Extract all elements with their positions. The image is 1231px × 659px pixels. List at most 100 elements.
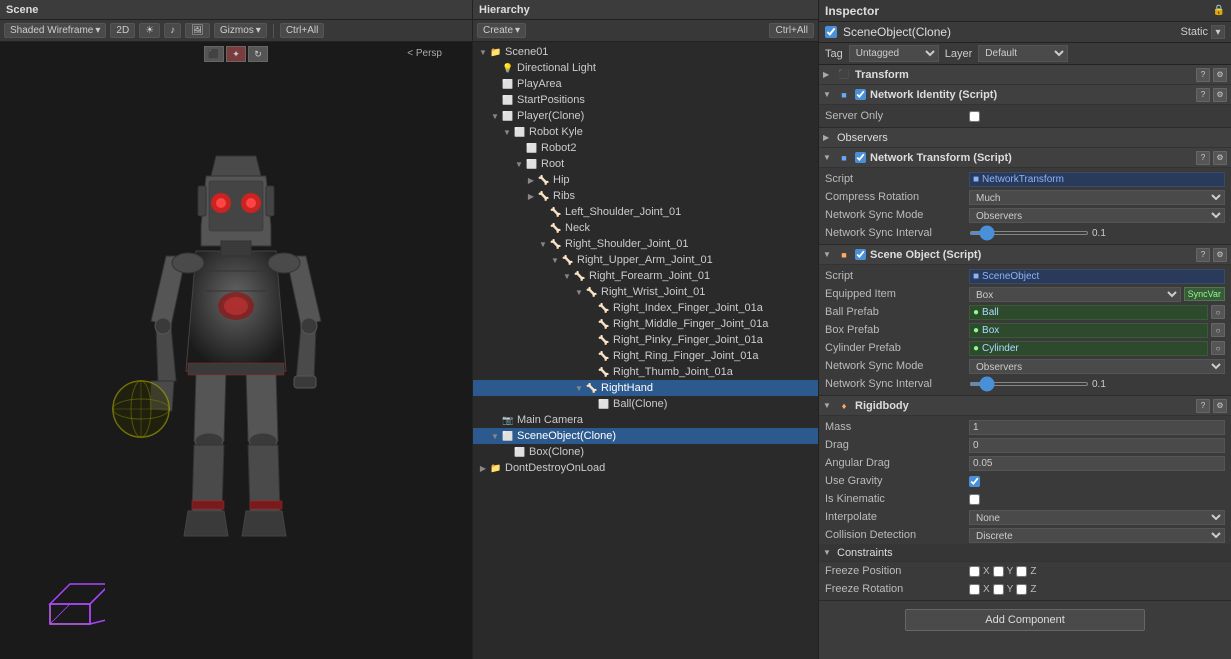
- fr-z-checkbox[interactable]: [1016, 584, 1027, 595]
- tree-item-ring[interactable]: 🦴Right_Ring_Finger_Joint_01a: [473, 348, 818, 364]
- scene-object-header[interactable]: ▼ ■ Scene Object (Script) ? ⚙: [819, 245, 1231, 265]
- ni-server-only-checkbox[interactable]: [969, 111, 980, 122]
- tree-arrow-root[interactable]: ▼: [513, 158, 525, 170]
- so-box-obj[interactable]: ● Box: [969, 323, 1208, 338]
- fr-x-checkbox[interactable]: [969, 584, 980, 595]
- tree-item-mid_finger[interactable]: 🦴Right_Middle_Finger_Joint_01a: [473, 316, 818, 332]
- so-cylinder-picker[interactable]: ○: [1211, 341, 1225, 355]
- so-box-picker[interactable]: ○: [1211, 323, 1225, 337]
- scene-search-input[interactable]: Ctrl+All: [280, 23, 325, 38]
- so-enabled-checkbox[interactable]: [855, 249, 866, 260]
- create-button[interactable]: Create ▾: [477, 23, 526, 38]
- so-settings-btn[interactable]: ⚙: [1213, 248, 1227, 262]
- network-transform-header[interactable]: ▼ ■ Network Transform (Script) ? ⚙: [819, 148, 1231, 168]
- tree-item-scene01[interactable]: ▼📁Scene01: [473, 44, 818, 60]
- tree-item-pinky[interactable]: 🦴Right_Pinky_Finger_Joint_01a: [473, 332, 818, 348]
- rb-collision-select[interactable]: Discrete: [969, 528, 1225, 543]
- syncvar-button[interactable]: SyncVar: [1184, 287, 1225, 301]
- so-ball-picker[interactable]: ○: [1211, 305, 1225, 319]
- tree-item-idx_finger[interactable]: 🦴Right_Index_Finger_Joint_01a: [473, 300, 818, 316]
- tree-arrow-ribs[interactable]: ▶: [525, 190, 537, 202]
- static-dropdown[interactable]: ▾: [1211, 25, 1225, 39]
- rb-kinematic-checkbox[interactable]: [969, 494, 980, 505]
- tree-arrow-robotkyle[interactable]: ▼: [501, 126, 513, 138]
- tree-arrow-hip[interactable]: ▶: [525, 174, 537, 186]
- rb-drag-input[interactable]: [969, 438, 1225, 453]
- so-equipped-select[interactable]: Box: [969, 287, 1181, 302]
- nt-interval-slider[interactable]: [969, 231, 1089, 235]
- tree-arrow-player[interactable]: ▼: [489, 110, 501, 122]
- audio-button[interactable]: ♪: [164, 23, 181, 38]
- transform-header[interactable]: ▶ ⬛ Transform ? ⚙: [819, 65, 1231, 85]
- tree-arrow-right_forearm[interactable]: ▼: [561, 270, 573, 282]
- ni-info-btn[interactable]: ?: [1196, 88, 1210, 102]
- tree-item-ballclone[interactable]: ⬜Ball(Clone): [473, 396, 818, 412]
- tree-arrow-scene01[interactable]: ▼: [477, 46, 489, 58]
- tree-item-player[interactable]: ▼⬜Player(Clone): [473, 108, 818, 124]
- nt-syncmode-select[interactable]: Observers: [969, 208, 1225, 223]
- rb-mass-input[interactable]: [969, 420, 1225, 435]
- shading-dropdown[interactable]: Shaded Wireframe ▾: [4, 23, 106, 38]
- tree-item-dontdestroy[interactable]: ▶📁DontDestroyOnLoad: [473, 460, 818, 476]
- fp-z-checkbox[interactable]: [1016, 566, 1027, 577]
- scene-viewport[interactable]: ⬛ ✦ ↻ < Persp: [0, 42, 472, 659]
- tree-arrow-righthand[interactable]: ▼: [573, 382, 585, 394]
- tree-item-right_wrist[interactable]: ▼🦴Right_Wrist_Joint_01: [473, 284, 818, 300]
- tree-item-robot2[interactable]: ⬜Robot2: [473, 140, 818, 156]
- tree-item-righthand[interactable]: ▼🦴RightHand: [473, 380, 818, 396]
- nt-settings-btn[interactable]: ⚙: [1213, 151, 1227, 165]
- tree-item-root[interactable]: ▼⬜Root: [473, 156, 818, 172]
- so-cylinder-obj[interactable]: ● Cylinder: [969, 341, 1208, 356]
- 2d-button[interactable]: 2D: [110, 23, 135, 38]
- so-interval-slider[interactable]: [969, 382, 1089, 386]
- hierarchy-search-input[interactable]: Ctrl+All: [769, 23, 814, 38]
- rb-angdrag-input[interactable]: [969, 456, 1225, 471]
- tag-select[interactable]: Untagged: [849, 45, 939, 62]
- so-syncmode-select[interactable]: Observers: [969, 359, 1225, 374]
- object-enabled-checkbox[interactable]: [825, 26, 837, 38]
- tree-arrow-dontdestroy[interactable]: ▶: [477, 462, 489, 474]
- hierarchy-tree[interactable]: ▼📁Scene01 💡Directional Light ⬜PlayArea ⬜…: [473, 42, 818, 659]
- tree-item-dirlight[interactable]: 💡Directional Light: [473, 60, 818, 76]
- fp-y-checkbox[interactable]: [993, 566, 1004, 577]
- transform-info-btn[interactable]: ?: [1196, 68, 1210, 82]
- tree-item-thumb[interactable]: 🦴Right_Thumb_Joint_01a: [473, 364, 818, 380]
- tree-arrow-right_upper[interactable]: ▼: [549, 254, 561, 266]
- tree-item-right_upper[interactable]: ▼🦴Right_Upper_Arm_Joint_01: [473, 252, 818, 268]
- hierarchy-tab[interactable]: Hierarchy: [473, 0, 818, 20]
- rigidbody-header[interactable]: ▼ ♦ Rigidbody ? ⚙: [819, 396, 1231, 416]
- tree-item-playarea[interactable]: ⬜PlayArea: [473, 76, 818, 92]
- rb-info-btn[interactable]: ?: [1196, 399, 1210, 413]
- network-identity-header[interactable]: ▼ ■ Network Identity (Script) ? ⚙: [819, 85, 1231, 105]
- rb-gravity-checkbox[interactable]: [969, 476, 980, 487]
- light-button[interactable]: ☀: [139, 23, 160, 38]
- tree-item-boxclone[interactable]: ⬜Box(Clone): [473, 444, 818, 460]
- so-script-obj[interactable]: ■ SceneObject: [969, 269, 1225, 284]
- nt-script-obj[interactable]: ■ NetworkTransform: [969, 172, 1225, 187]
- tree-item-maincam[interactable]: 📷Main Camera: [473, 412, 818, 428]
- tree-item-right_shoulder[interactable]: ▼🦴Right_Shoulder_Joint_01: [473, 236, 818, 252]
- tree-item-sceneobj[interactable]: ▼⬜SceneObject(Clone): [473, 428, 818, 444]
- tree-item-hip[interactable]: ▶🦴Hip: [473, 172, 818, 188]
- add-component-button[interactable]: Add Component: [905, 609, 1145, 631]
- so-info-btn[interactable]: ?: [1196, 248, 1210, 262]
- tree-item-startpos[interactable]: ⬜StartPositions: [473, 92, 818, 108]
- lock-icon[interactable]: 🔒: [1213, 5, 1225, 16]
- tree-arrow-right_shoulder[interactable]: ▼: [537, 238, 549, 250]
- tree-item-robotkyle[interactable]: ▼⬜Robot Kyle: [473, 124, 818, 140]
- tree-arrow-right_wrist[interactable]: ▼: [573, 286, 585, 298]
- transform-settings-btn[interactable]: ⚙: [1213, 68, 1227, 82]
- tree-item-left_shoulder[interactable]: 🦴Left_Shoulder_Joint_01: [473, 204, 818, 220]
- ni-settings-btn[interactable]: ⚙: [1213, 88, 1227, 102]
- so-ball-obj[interactable]: ● Ball: [969, 305, 1208, 320]
- ni-enabled-checkbox[interactable]: [855, 89, 866, 100]
- nt-info-btn[interactable]: ?: [1196, 151, 1210, 165]
- tree-item-ribs[interactable]: ▶🦴Ribs: [473, 188, 818, 204]
- nt-enabled-checkbox[interactable]: [855, 152, 866, 163]
- fp-x-checkbox[interactable]: [969, 566, 980, 577]
- gizmos-dropdown[interactable]: Gizmos ▾: [214, 23, 267, 38]
- rb-interpolate-select[interactable]: None: [969, 510, 1225, 525]
- image-button[interactable]: 🖼: [185, 23, 210, 38]
- fr-y-checkbox[interactable]: [993, 584, 1004, 595]
- observers-row[interactable]: ▶ Observers: [819, 128, 1231, 148]
